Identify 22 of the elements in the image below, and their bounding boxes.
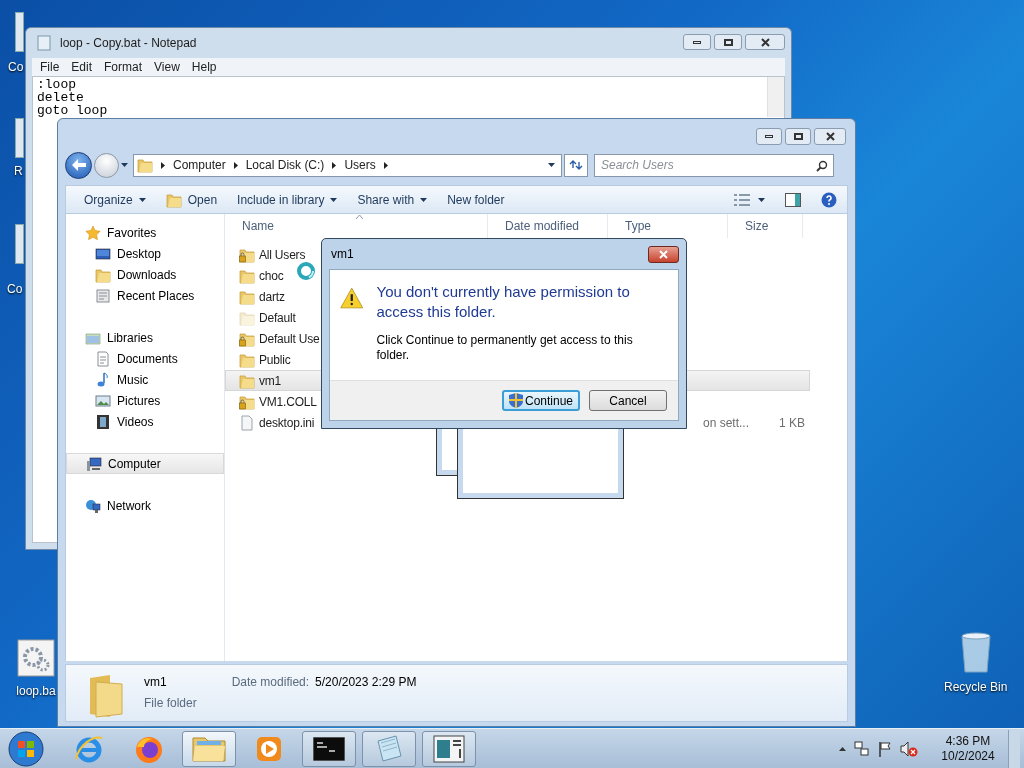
code-line: :loop xyxy=(37,78,76,91)
file-name: Public xyxy=(259,351,291,369)
date-label: Date modified: xyxy=(231,674,310,691)
code-line: delete xyxy=(37,91,85,104)
file-name: dartz xyxy=(259,288,285,306)
item-type: File folder xyxy=(144,695,197,712)
dialog-message: Click Continue to permanently get access to this folder. xyxy=(376,333,634,363)
file-name: All Users xyxy=(259,246,306,264)
code-line: goto loop xyxy=(37,104,109,117)
window-title: loop - Copy.bat - Notepad xyxy=(60,35,197,52)
file-type: on sett... xyxy=(702,414,749,432)
file-name: choc xyxy=(259,267,284,285)
file-name: desktop.ini xyxy=(259,414,315,432)
file-name: Default Use xyxy=(259,330,320,348)
file-name: VM1.COLL xyxy=(259,393,317,411)
item-name: vm1 xyxy=(144,674,168,691)
file-size: 1 KB xyxy=(779,414,806,432)
dialog-heading: You don't currently have permission to access this folder. xyxy=(376,282,631,322)
file-name: vm1 xyxy=(259,372,282,390)
dialog-title: vm1 xyxy=(330,246,354,263)
date-value: 5/20/2023 2:29 PM xyxy=(315,674,417,691)
file-name: Default xyxy=(259,309,296,327)
